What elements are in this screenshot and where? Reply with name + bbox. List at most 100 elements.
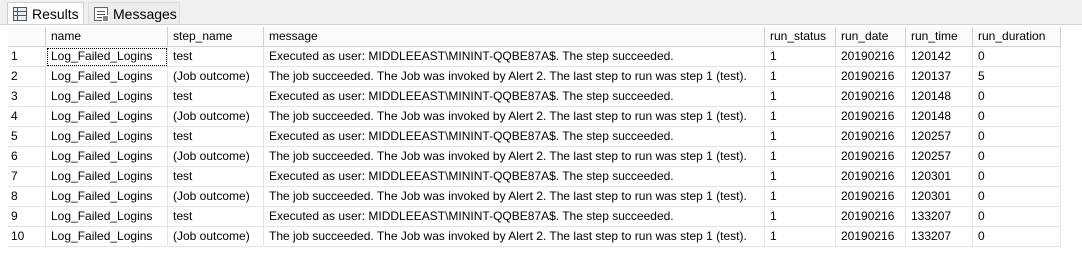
cell-message[interactable]: The job succeeded. The Job was invoked b… [264, 187, 765, 207]
cell-name[interactable]: Log_Failed_Logins [46, 167, 168, 187]
cell-name[interactable]: Log_Failed_Logins [46, 207, 168, 227]
cell-run-date[interactable]: 20190216 [836, 187, 906, 207]
cell-name[interactable]: Log_Failed_Logins [46, 127, 168, 147]
cell-run-status[interactable]: 1 [765, 107, 836, 127]
cell-step-name[interactable]: test [168, 127, 264, 147]
results-grid[interactable]: name step_name message run_status run_da… [0, 25, 1082, 256]
column-header-message[interactable]: message [264, 27, 765, 47]
cell-run-time[interactable]: 120301 [906, 167, 973, 187]
cell-run-status[interactable]: 1 [765, 187, 836, 207]
cell-name[interactable]: Log_Failed_Logins [46, 67, 168, 87]
row-number[interactable]: 1 [8, 47, 46, 67]
cell-run-time[interactable]: 120301 [906, 187, 973, 207]
row-number[interactable]: 3 [8, 87, 46, 107]
row-number[interactable]: 4 [8, 107, 46, 127]
cell-run-time[interactable]: 120257 [906, 147, 973, 167]
table-row[interactable]: 3 Log_Failed_Logins test Executed as user: … [0, 87, 1061, 107]
cell-run-date[interactable]: 20190216 [836, 127, 906, 147]
cell-run-date[interactable]: 20190216 [836, 67, 906, 87]
cell-run-date[interactable]: 20190216 [836, 147, 906, 167]
cell-run-duration[interactable]: 0 [973, 207, 1061, 227]
cell-run-time[interactable]: 120137 [906, 67, 973, 87]
cell-step-name[interactable]: (Job outcome) [168, 147, 264, 167]
cell-message[interactable]: Executed as user: MIDDLEEAST\MININT-QQBE… [264, 47, 765, 67]
cell-run-duration[interactable]: 0 [973, 167, 1061, 187]
cell-run-duration[interactable]: 0 [973, 107, 1061, 127]
cell-message[interactable]: Executed as user: MIDDLEEAST\MININT-QQBE… [264, 207, 765, 227]
cell-run-date[interactable]: 20190216 [836, 207, 906, 227]
cell-message[interactable]: Executed as user: MIDDLEEAST\MININT-QQBE… [264, 87, 765, 107]
cell-run-date[interactable]: 20190216 [836, 87, 906, 107]
row-number[interactable]: 6 [8, 147, 46, 167]
cell-step-name[interactable]: test [168, 167, 264, 187]
table-row[interactable]: 8 Log_Failed_Logins (Job outcome) The job s… [0, 187, 1061, 207]
cell-run-duration[interactable]: 5 [973, 67, 1061, 87]
table-row[interactable]: 4 Log_Failed_Logins (Job outcome) The job s… [0, 107, 1061, 127]
cell-message[interactable]: The job succeeded. The Job was invoked b… [264, 227, 765, 247]
column-header-name[interactable]: name [46, 27, 168, 47]
table-row[interactable]: 9 Log_Failed_Logins test Executed as user: … [0, 207, 1061, 227]
tab-results[interactable]: Results [7, 2, 84, 24]
cell-name[interactable]: Log_Failed_Logins [46, 227, 168, 247]
row-number[interactable]: 9 [8, 207, 46, 227]
cell-name[interactable]: Log_Failed_Logins [46, 147, 168, 167]
row-number[interactable]: 2 [8, 67, 46, 87]
cell-run-duration[interactable]: 0 [973, 47, 1061, 67]
cell-run-status[interactable]: 1 [765, 147, 836, 167]
table-row[interactable]: 1 Log_Failed_Logins test Executed as user: … [0, 47, 1061, 67]
tab-messages[interactable]: Messages [88, 2, 180, 24]
cell-step-name[interactable]: (Job outcome) [168, 187, 264, 207]
cell-name[interactable]: Log_Failed_Logins [46, 87, 168, 107]
cell-run-status[interactable]: 1 [765, 227, 836, 247]
cell-run-time[interactable]: 133207 [906, 207, 973, 227]
cell-message[interactable]: Executed as user: MIDDLEEAST\MININT-QQBE… [264, 127, 765, 147]
row-number[interactable]: 5 [8, 127, 46, 147]
cell-run-time[interactable]: 120142 [906, 47, 973, 67]
cell-run-status[interactable]: 1 [765, 207, 836, 227]
cell-name[interactable]: Log_Failed_Logins [46, 47, 168, 67]
cell-run-status[interactable]: 1 [765, 87, 836, 107]
cell-run-status[interactable]: 1 [765, 127, 836, 147]
cell-run-status[interactable]: 1 [765, 47, 836, 67]
cell-step-name[interactable]: (Job outcome) [168, 227, 264, 247]
table-row[interactable]: 6 Log_Failed_Logins (Job outcome) The job s… [0, 147, 1061, 167]
cell-run-duration[interactable]: 0 [973, 147, 1061, 167]
row-number-header[interactable] [8, 27, 46, 47]
cell-run-duration[interactable]: 0 [973, 87, 1061, 107]
cell-step-name[interactable]: (Job outcome) [168, 107, 264, 127]
cell-run-date[interactable]: 20190216 [836, 167, 906, 187]
cell-step-name[interactable]: test [168, 47, 264, 67]
table-row[interactable]: 10 Log_Failed_Logins (Job outcome) The job … [0, 227, 1061, 247]
row-number[interactable]: 8 [8, 187, 46, 207]
cell-message[interactable]: The job succeeded. The Job was invoked b… [264, 107, 765, 127]
row-number[interactable]: 7 [8, 167, 46, 187]
cell-name[interactable]: Log_Failed_Logins [46, 187, 168, 207]
cell-step-name[interactable]: test [168, 207, 264, 227]
cell-run-status[interactable]: 1 [765, 167, 836, 187]
table-row[interactable]: 5 Log_Failed_Logins test Executed as user: … [0, 127, 1061, 147]
cell-step-name[interactable]: (Job outcome) [168, 67, 264, 87]
column-header-run-duration[interactable]: run_duration [973, 27, 1061, 47]
cell-message[interactable]: The job succeeded. The Job was invoked b… [264, 147, 765, 167]
row-number[interactable]: 10 [8, 227, 46, 247]
cell-run-time[interactable]: 133207 [906, 227, 973, 247]
cell-run-time[interactable]: 120148 [906, 87, 973, 107]
column-header-run-status[interactable]: run_status [765, 27, 836, 47]
cell-step-name[interactable]: test [168, 87, 264, 107]
cell-run-status[interactable]: 1 [765, 67, 836, 87]
cell-run-duration[interactable]: 0 [973, 227, 1061, 247]
cell-run-duration[interactable]: 0 [973, 127, 1061, 147]
cell-run-date[interactable]: 20190216 [836, 227, 906, 247]
cell-message[interactable]: Executed as user: MIDDLEEAST\MININT-QQBE… [264, 167, 765, 187]
table-row[interactable]: 7 Log_Failed_Logins test Executed as user: … [0, 167, 1061, 187]
cell-run-time[interactable]: 120257 [906, 127, 973, 147]
cell-run-date[interactable]: 20190216 [836, 47, 906, 67]
cell-message[interactable]: The job succeeded. The Job was invoked b… [264, 67, 765, 87]
cell-run-date[interactable]: 20190216 [836, 107, 906, 127]
table-row[interactable]: 2 Log_Failed_Logins (Job outcome) The job s… [0, 67, 1061, 87]
column-header-step-name[interactable]: step_name [168, 27, 264, 47]
cell-name[interactable]: Log_Failed_Logins [46, 107, 168, 127]
column-header-run-date[interactable]: run_date [836, 27, 906, 47]
cell-run-time[interactable]: 120148 [906, 107, 973, 127]
cell-run-duration[interactable]: 0 [973, 187, 1061, 207]
